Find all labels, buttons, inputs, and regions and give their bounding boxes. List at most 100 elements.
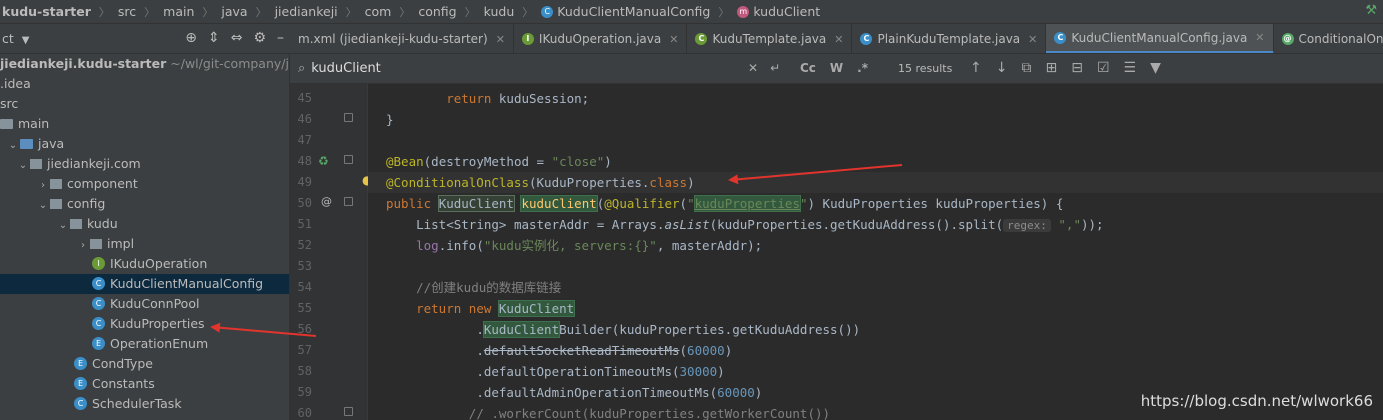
breadcrumb-item-class[interactable]: KuduClientManualConfig (557, 4, 710, 19)
tab-conditionalonproperty[interactable]: @ConditionalOnProperty.class✕ (1274, 24, 1383, 53)
tree-item-condtype[interactable]: E CondType (0, 354, 289, 374)
code-line-51: List<String> masterAddr = Arrays.asList(… (416, 217, 1104, 232)
line-number: 59 (297, 385, 312, 399)
tree-item-operationenum[interactable]: E OperationEnum (0, 334, 289, 354)
open-in-window-icon[interactable]: ⧉ (1021, 60, 1031, 76)
breadcrumb: kudu-starter 〉 src 〉 main 〉 java 〉 jiedianke… (0, 0, 1383, 24)
remove-selection-icon[interactable]: ⊟ (1071, 60, 1083, 76)
project-view-selector[interactable]: ct ▼ (2, 31, 29, 46)
class-icon: C (92, 277, 105, 290)
tree-item-kudu[interactable]: ⌄ kudu (0, 214, 289, 236)
tree-item-java[interactable]: ⌄ java (0, 134, 289, 156)
chevron-right-icon: 〉 (144, 5, 156, 19)
fold-marker[interactable] (344, 113, 353, 122)
line-number: 45 (297, 91, 312, 105)
breadcrumb-item-java[interactable]: java (221, 4, 247, 19)
breadcrumb-item-com[interactable]: com (365, 4, 392, 19)
fold-marker[interactable] (344, 155, 353, 164)
tree-item-impl[interactable]: › impl (0, 234, 289, 256)
close-icon[interactable]: ✕ (669, 33, 678, 46)
newline-icon[interactable]: ↵ (770, 61, 780, 75)
line-number: 53 (297, 259, 312, 273)
tree-item-kuduproperties[interactable]: C KuduProperties (0, 314, 289, 334)
tree-item-kuduconnpool[interactable]: C KuduConnPool (0, 294, 289, 314)
tree-item-kuduclientmanualconfig[interactable]: C KuduClientManualConfig (0, 274, 289, 294)
breadcrumb-item-project[interactable]: kudu-starter (2, 4, 91, 19)
chevron-right-icon: 〉 (202, 5, 214, 19)
breadcrumb-item-config[interactable]: config (418, 4, 456, 19)
line-number: 50 (297, 196, 312, 210)
tab-kuduclientmanualconfig[interactable]: C KuduClientManualConfig.java ✕ (1046, 24, 1274, 53)
tab-kudutemplate[interactable]: C KuduTemplate.java ✕ (687, 24, 853, 53)
line-number: 49 (297, 175, 312, 189)
fold-marker[interactable] (344, 407, 353, 416)
chevron-right-icon[interactable]: › (36, 176, 50, 196)
chevron-right-icon: 〉 (464, 5, 476, 19)
caret-down-icon: ▼ (21, 35, 30, 46)
tree-item-component[interactable]: › component (0, 174, 289, 196)
class-icon: C (860, 33, 873, 45)
close-icon[interactable]: ✕ (1028, 33, 1037, 46)
more-options-icon[interactable]: ☰ (1124, 60, 1137, 76)
interface-icon: I (92, 257, 105, 270)
tab-ikuduoperation[interactable]: I IKuduOperation.java ✕ (514, 24, 688, 53)
tree-item-schedulertask[interactable]: C SchedulerTask (0, 394, 289, 414)
tree-item-root[interactable]: jiediankeji.kudu-starter ~/wl/git-compan… (0, 54, 289, 74)
class-icon: C (695, 33, 708, 45)
class-icon: C (1054, 31, 1067, 44)
filter-icon[interactable]: ▼ (1150, 60, 1161, 76)
at-gutter-icon[interactable]: @ (321, 195, 332, 208)
arrow-down-icon[interactable]: ↓ (996, 60, 1008, 76)
hammer-icon[interactable]: ⚒ (1365, 3, 1377, 18)
chevron-down-icon[interactable]: ⌄ (6, 136, 20, 156)
search-input[interactable]: kuduClient (311, 61, 381, 76)
interface-icon: I (521, 33, 534, 45)
line-number: 56 (297, 322, 312, 336)
close-icon[interactable]: ✕ (1255, 31, 1264, 44)
chevron-right-icon[interactable]: › (76, 236, 90, 256)
class-icon: C (541, 5, 554, 18)
tree-item-jiediankeji-com[interactable]: ⌄ jiediankeji.com (0, 154, 289, 176)
tab-pom-xml[interactable]: m.xml (jiediankeji-kudu-starter) ✕ (290, 24, 514, 53)
fold-marker[interactable] (344, 197, 353, 206)
breadcrumb-item-jiediankeji[interactable]: jiediankeji (275, 4, 338, 19)
whole-words-toggle[interactable]: W (830, 61, 843, 75)
minimize-icon[interactable]: – (277, 30, 284, 46)
package-icon (50, 198, 62, 209)
arrow-up-icon[interactable]: ↑ (970, 60, 982, 76)
code-editor[interactable]: return kuduSession; } @Bean(destroyMetho… (368, 84, 1383, 420)
add-selection-icon[interactable]: ⊞ (1045, 60, 1057, 76)
close-icon[interactable]: ✕ (834, 33, 843, 46)
breadcrumb-item-main[interactable]: main (163, 4, 194, 19)
collapse-all-icon[interactable]: ⇔ (231, 30, 243, 46)
bean-gutter-icon[interactable]: ♻ (318, 154, 329, 168)
chevron-down-icon[interactable]: ⌄ (36, 196, 50, 216)
breadcrumb-item-kudu[interactable]: kudu (484, 4, 515, 19)
line-number: 52 (297, 238, 312, 252)
breadcrumb-item-src[interactable]: src (118, 4, 136, 19)
chevron-down-icon[interactable]: ⌄ (16, 156, 30, 176)
tree-item-idea[interactable]: .idea (0, 74, 289, 94)
line-number: 55 (297, 301, 312, 315)
code-line-58: .defaultOperationTimeoutMs(30000) (476, 364, 725, 379)
match-case-toggle[interactable]: Cc (800, 61, 816, 75)
locate-icon[interactable]: ⊕ (185, 30, 197, 46)
code-line-50: public KuduClient kuduClient(@Qualifier(… (386, 195, 1064, 212)
line-number: 60 (297, 406, 312, 420)
clear-icon[interactable]: ✕ (748, 61, 758, 75)
search-icon[interactable]: ⌕ (298, 61, 305, 76)
gear-icon[interactable]: ⚙ (253, 30, 266, 46)
tree-item-config[interactable]: ⌄ config (0, 194, 289, 216)
tree-item-main[interactable]: main (0, 114, 289, 134)
tree-item-constants[interactable]: E Constants (0, 374, 289, 394)
breadcrumb-item-method[interactable]: kuduClient (753, 4, 820, 19)
tab-plainkudutemplate[interactable]: C PlainKuduTemplate.java ✕ (852, 24, 1047, 53)
chevron-down-icon[interactable]: ⌄ (56, 216, 70, 236)
tree-item-src[interactable]: src (0, 94, 289, 114)
select-all-occurrences-icon[interactable]: ☑ (1097, 60, 1110, 76)
close-icon[interactable]: ✕ (496, 33, 505, 46)
tree-item-ikuduoperation[interactable]: I IKuduOperation (0, 254, 289, 274)
source-folder-icon (20, 138, 33, 149)
regex-toggle-icon[interactable]: .* (857, 61, 868, 75)
expand-all-icon[interactable]: ⇕ (208, 30, 220, 46)
